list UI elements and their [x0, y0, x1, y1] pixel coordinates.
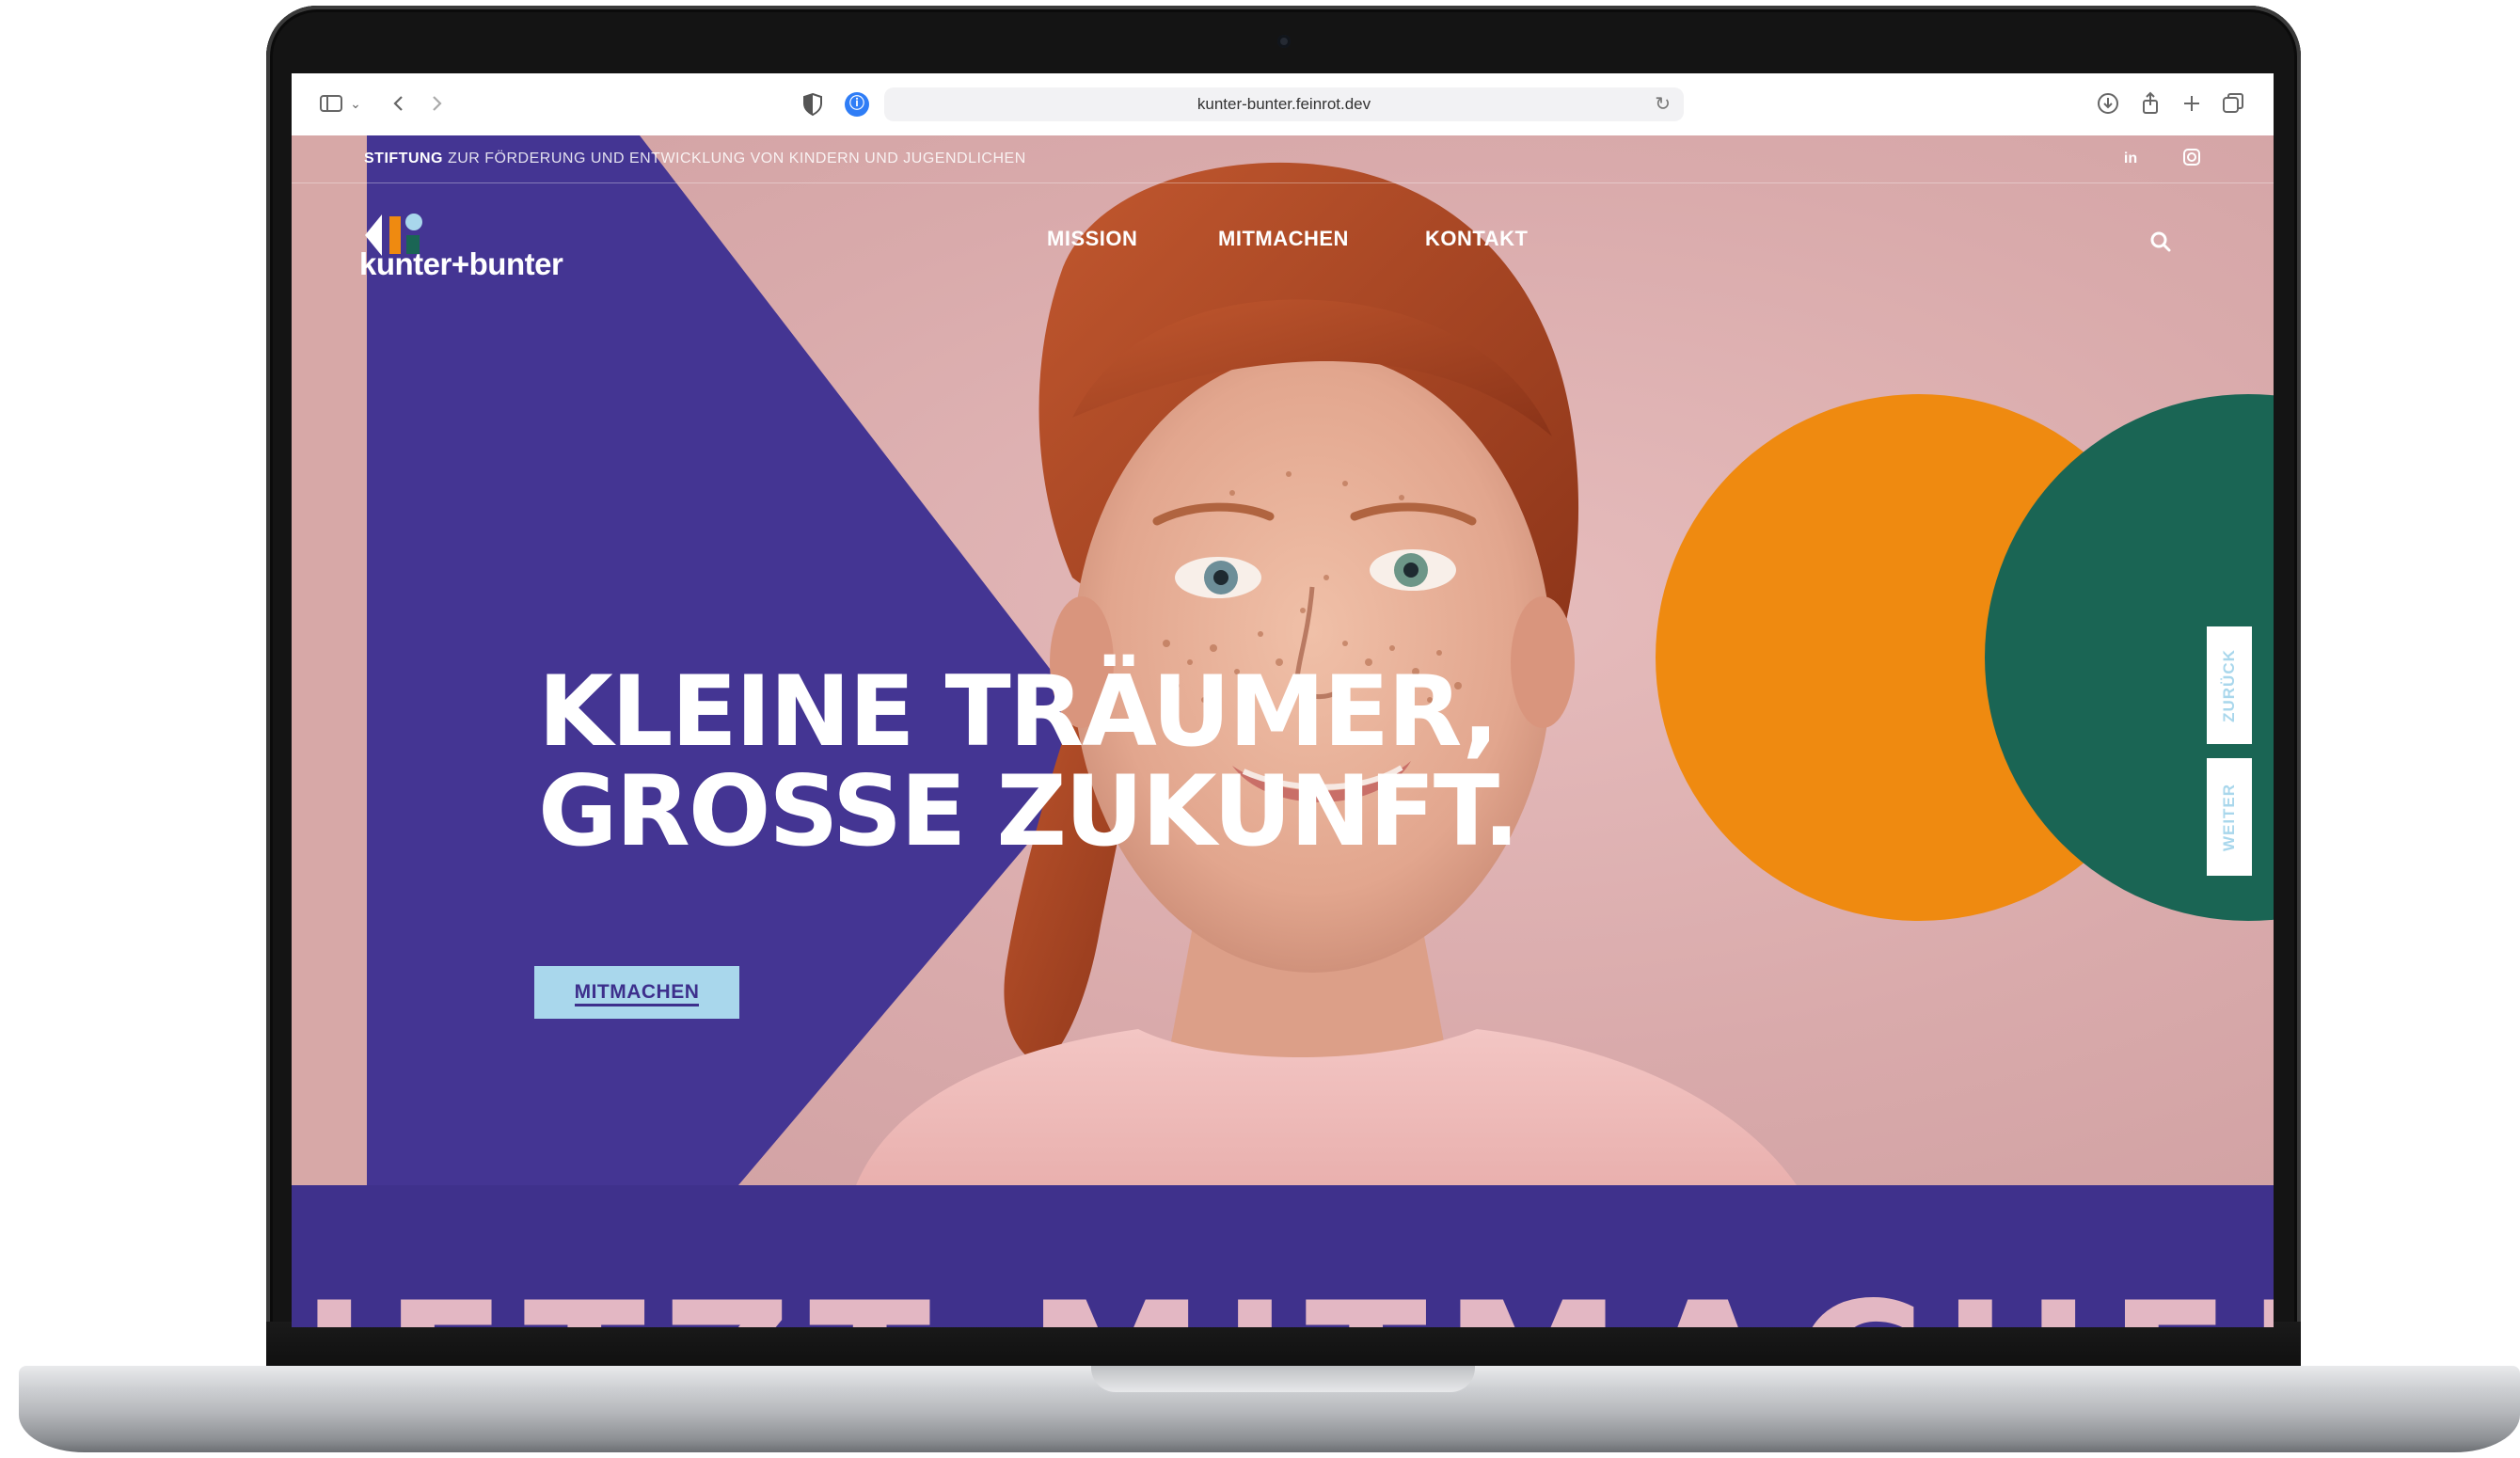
- chevron-left-icon[interactable]: [386, 90, 412, 117]
- url-text: kunter-bunter.feinrot.dev: [1197, 95, 1371, 113]
- back-label: ZURÜCK: [2220, 648, 2238, 722]
- tagline-rest: ZUR FÖRDERUNG UND ENTWICKLUNG VON KINDER…: [443, 151, 1026, 166]
- mitmachen-cta-button[interactable]: MITMACHEN: [534, 966, 739, 1019]
- slider-back-button[interactable]: ZURÜCK: [2207, 626, 2252, 744]
- hero-headline-line-1: KLEINE TRÄUMER,: [538, 656, 1499, 769]
- chevron-down-icon[interactable]: ⌄: [348, 90, 363, 117]
- sidebar-icon[interactable]: [318, 90, 344, 117]
- hero-headline-line-2: GROSSE ZUKUNFT.: [538, 755, 1520, 868]
- tagline-bold: STIFTUNG: [364, 151, 443, 166]
- foundation-tagline: STIFTUNG ZUR FÖRDERUNG UND ENTWICKLUNG V…: [364, 135, 1026, 182]
- laptop-notch: [1091, 1366, 1475, 1392]
- slider-next-button[interactable]: WEITER: [2207, 758, 2252, 876]
- address-bar[interactable]: kunter-bunter.feinrot.dev ↻: [884, 87, 1684, 121]
- website: STIFTUNG ZUR FÖRDERUNG UND ENTWICKLUNG V…: [292, 135, 2274, 1327]
- search-icon[interactable]: [2147, 228, 2175, 256]
- marquee-band: JETZT MITMACHEN! JETZT MITMACHEN!: [292, 1185, 2274, 1327]
- nav-item-mitmachen[interactable]: MITMACHEN: [1218, 227, 1349, 251]
- reload-icon[interactable]: ↻: [1655, 87, 1671, 121]
- hero-headline: KLEINE TRÄUMER, GROSSE ZUKUNFT.: [538, 662, 1573, 862]
- webcam: [1277, 35, 1291, 48]
- nav-item-mission[interactable]: MISSION: [1047, 227, 1137, 251]
- laptop-bezel-bottom: [266, 1322, 2301, 1367]
- site-topbar: STIFTUNG ZUR FÖRDERUNG UND ENTWICKLUNG V…: [292, 135, 2274, 183]
- chevron-right-icon[interactable]: [423, 90, 450, 117]
- tabs-overview-icon[interactable]: [2220, 90, 2246, 117]
- download-icon[interactable]: [2095, 90, 2121, 117]
- share-icon[interactable]: [2137, 90, 2163, 117]
- marquee-text: JETZT MITMACHEN! JETZT MITMACHEN!: [301, 1279, 2274, 1328]
- plus-icon[interactable]: [2179, 90, 2205, 117]
- privacy-shield-icon[interactable]: [801, 92, 824, 117]
- logo-wordmark[interactable]: kunter+bunter: [359, 246, 563, 282]
- next-label: WEITER: [2220, 783, 2239, 851]
- browser-toolbar: ⌄ ⓘ kunter-bunter.feinrot.dev ↻: [292, 73, 2274, 136]
- nav-item-kontakt[interactable]: KONTAKT: [1425, 227, 1528, 251]
- extension-icon[interactable]: ⓘ: [845, 92, 869, 117]
- instagram-icon[interactable]: [2180, 148, 2203, 170]
- laptop-screen: ⌄ ⓘ kunter-bunter.feinrot.dev ↻ STIFTUNG…: [292, 73, 2274, 1327]
- linkedin-icon[interactable]: in: [2119, 148, 2142, 170]
- cta-label: MITMACHEN: [574, 981, 700, 1006]
